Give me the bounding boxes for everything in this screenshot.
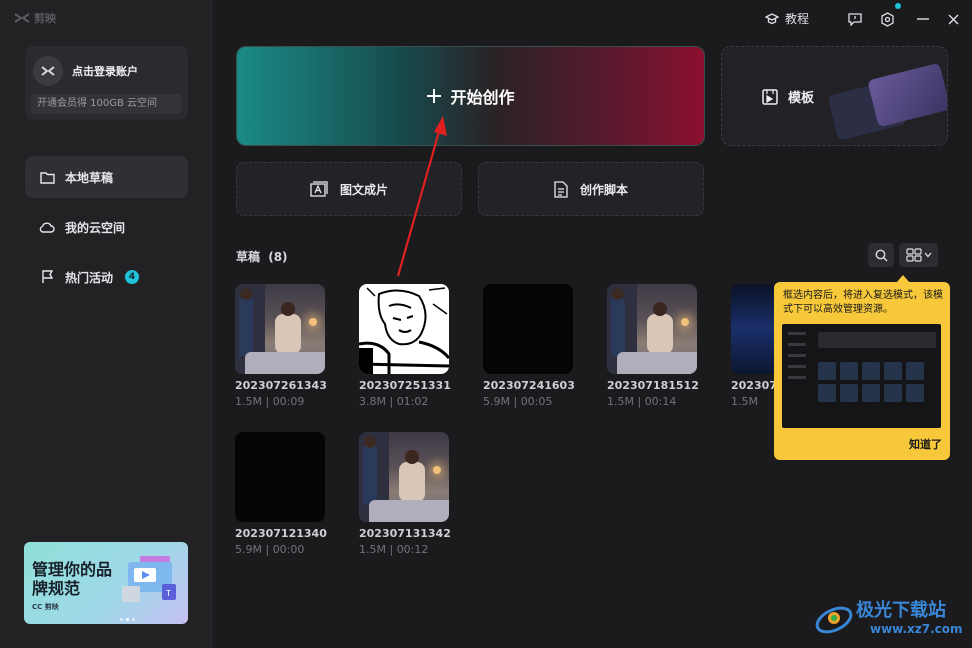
sidebar-item-label: 本地草稿 [65,170,114,185]
feedback-button[interactable] [846,10,864,28]
drafts-count: (8) [268,250,288,264]
view-mode-dropdown[interactable] [899,243,938,267]
draft-name: 202307181512 [607,379,699,392]
draft-tile[interactable]: 202307261343 1.5M | 00:09 [235,284,327,408]
account-card[interactable]: 点击登录账户 开通会员得 100GB 云空间 [25,46,188,120]
image-to-video-button[interactable]: 图文成片 [236,162,462,216]
draft-thumbnail[interactable] [359,432,449,522]
draft-meta: 1.5M | 00:14 [607,395,677,408]
watermark: 极光下载站 www.xz7.com [812,594,968,642]
image-to-video-label: 图文成片 [339,182,388,197]
settings-button[interactable] [878,3,901,28]
draft-name: 20230707 [731,379,774,392]
draft-meta: 5.9M | 00:00 [235,543,305,556]
draft-meta: 3.8M | 01:02 [359,395,429,408]
notification-badge: 4 [125,270,140,284]
avatar[interactable] [33,56,63,86]
svg-text:T: T [165,589,171,598]
creative-script-button[interactable]: 创作脚本 [478,162,704,216]
sidebar: 剪映 点击登录账户 开通会员得 100GB 云空间 本地草稿 我的云空间 热门活… [0,0,212,648]
start-creating-button[interactable]: 开始创作 [236,46,705,146]
sidebar-item-hot-events[interactable]: 热门活动 4 [25,256,188,298]
capcut-logo-icon [14,13,30,23]
watermark-url: www.xz7.com [870,622,963,636]
tutorial-button[interactable]: 教程 [765,10,809,27]
template-art [867,62,947,128]
got-it-button[interactable]: 知道了 [909,436,942,452]
minimize-button[interactable] [914,10,932,28]
draft-thumbnail[interactable] [731,284,774,374]
draft-name: 202307251331 [359,379,451,392]
capcut-avatar-icon [41,66,55,76]
settings-dot [895,3,901,9]
brand-banner[interactable]: 管理你的品牌规范 CC 剪映 T [24,542,188,624]
tutorial-icon [765,12,779,24]
draft-name: 202307131342 [359,527,451,540]
app-logo: 剪映 [14,10,56,26]
template-icon [762,88,778,105]
draft-tile[interactable]: 202307121340 5.9M | 00:00 [235,432,327,556]
tutorial-label: 教程 [785,12,810,26]
close-button[interactable] [944,10,962,28]
draft-name: 202307241603 [483,379,575,392]
sidebar-item-label: 热门活动 [65,270,114,285]
feedback-icon [848,12,862,26]
membership-promo[interactable]: 开通会员得 100GB 云空间 [31,94,182,114]
document-icon [554,180,568,198]
draft-thumbnail[interactable] [607,284,697,374]
draft-thumbnail[interactable] [235,432,325,522]
watermark-text: 极光下载站 [856,600,946,621]
flag-icon [39,269,55,285]
draft-tile[interactable]: 202307131342 1.5M | 00:12 [359,432,451,556]
folder-icon [39,169,55,185]
tooltip-text: 框选内容后，将进入复选模式，该模式下可以高效管理资源。 [783,290,943,315]
draft-meta: 1.5M [731,395,758,408]
tooltip-preview-image [782,324,941,428]
draft-tile[interactable]: 202307251331 3.8M | 01:02 [359,284,451,408]
draft-tile[interactable]: 20230707 1.5M [731,284,774,408]
sidebar-item-cloud-space[interactable]: 我的云空间 [25,206,188,248]
draft-thumbnail[interactable] [359,284,449,374]
close-icon [948,14,958,24]
draft-tile[interactable]: 202307181512 1.5M | 00:14 [607,284,699,408]
template-label: 模板 [788,91,815,106]
draft-tile[interactable]: 202307241603 5.9M | 00:05 [483,284,575,408]
draft-name: 202307261343 [235,379,327,392]
drafts-title-text: 草稿 [236,250,261,264]
chevron-down-icon [924,252,931,258]
creative-script-label: 创作脚本 [579,182,628,197]
draft-thumbnail[interactable] [235,284,325,374]
banner-brand: CC 剪映 [32,603,59,611]
carousel-dots[interactable] [120,618,135,621]
template-label-group: 模板 [762,87,814,106]
login-link[interactable]: 点击登录账户 [72,63,138,79]
draft-name: 202307121340 [235,527,327,540]
start-creating-label: 开始创作 [450,88,515,107]
drafts-title: 草稿 (8) [236,248,288,265]
search-icon [875,249,887,261]
banner-title: 管理你的品牌规范 [32,560,113,598]
minimize-icon [917,18,929,20]
multi-select-tooltip: 框选内容后，将进入复选模式，该模式下可以高效管理资源。 知道了 [774,282,950,460]
app-name: 剪映 [34,12,56,25]
plus-icon [427,89,442,103]
watermark-logo-icon [815,606,853,634]
settings-icon [880,11,894,27]
sidebar-item-local-drafts[interactable]: 本地草稿 [25,156,188,198]
cloud-icon [39,219,55,235]
draft-meta: 1.5M | 00:12 [359,543,429,556]
banner-illustration-icon: T [122,556,176,602]
sidebar-item-label: 我的云空间 [65,220,126,235]
template-button[interactable]: 模板 [721,46,948,146]
draft-thumbnail[interactable] [483,284,573,374]
grid-view-icon [905,248,922,262]
draft-meta: 1.5M | 00:09 [235,395,305,408]
image-text-icon [310,181,328,197]
draft-meta: 5.9M | 00:05 [483,395,553,408]
search-button[interactable] [868,243,894,267]
